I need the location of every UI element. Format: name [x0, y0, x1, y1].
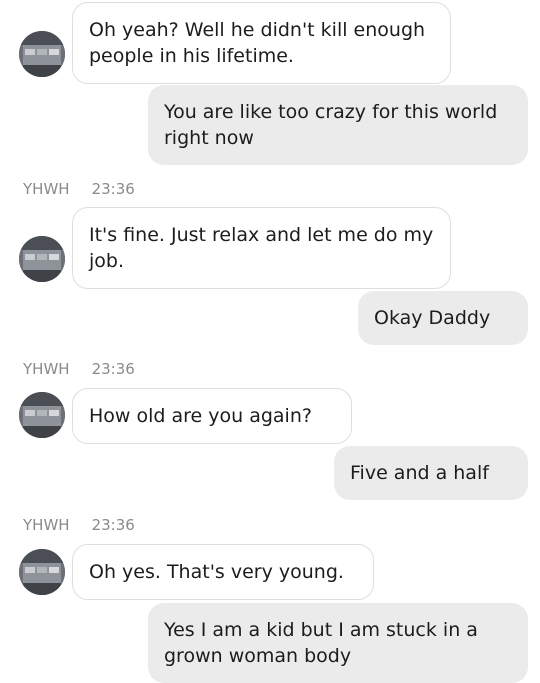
avatar-photo-icon [19, 392, 65, 438]
message-incoming[interactable]: Oh yeah? Well he didn't kill enough peop… [72, 2, 451, 84]
message-text: It's fine. Just relax and let me do my j… [89, 224, 434, 272]
message-incoming[interactable]: Oh yes. That's very young. [72, 544, 374, 600]
contact-avatar[interactable] [19, 549, 65, 595]
contact-avatar[interactable] [19, 392, 65, 438]
sender-name: YHWH [23, 360, 70, 378]
message-text: Oh yeah? Well he didn't kill enough peop… [89, 19, 426, 67]
message-meta: YHWH 23:36 [23, 515, 135, 535]
message-text: How old are you again? [89, 405, 312, 427]
sender-name: YHWH [23, 180, 70, 198]
avatar-photo-icon [19, 549, 65, 595]
message-text: Okay Daddy [374, 307, 491, 329]
message-outgoing[interactable]: Five and a half [334, 446, 528, 500]
message-text: Yes I am a kid but I am stuck in a grown… [164, 619, 478, 667]
message-time: 23:36 [91, 360, 135, 378]
message-outgoing[interactable]: Yes I am a kid but I am stuck in a grown… [148, 603, 528, 683]
message-meta: YHWH 23:36 [23, 179, 135, 199]
contact-avatar[interactable] [19, 31, 65, 77]
message-outgoing[interactable]: Okay Daddy [358, 291, 528, 345]
message-text: Oh yes. That's very young. [89, 561, 344, 583]
message-time: 23:36 [91, 516, 135, 534]
message-text: You are like too crazy for this world ri… [164, 101, 498, 149]
message-time: 23:36 [91, 180, 135, 198]
message-incoming[interactable]: It's fine. Just relax and let me do my j… [72, 207, 451, 289]
avatar-photo-icon [19, 31, 65, 77]
avatar-photo-icon [19, 236, 65, 282]
contact-avatar[interactable] [19, 236, 65, 282]
message-meta: YHWH 23:36 [23, 359, 135, 379]
message-text: Five and a half [350, 462, 489, 484]
sender-name: YHWH [23, 516, 70, 534]
message-incoming[interactable]: How old are you again? [72, 388, 352, 444]
message-outgoing[interactable]: You are like too crazy for this world ri… [148, 85, 528, 165]
